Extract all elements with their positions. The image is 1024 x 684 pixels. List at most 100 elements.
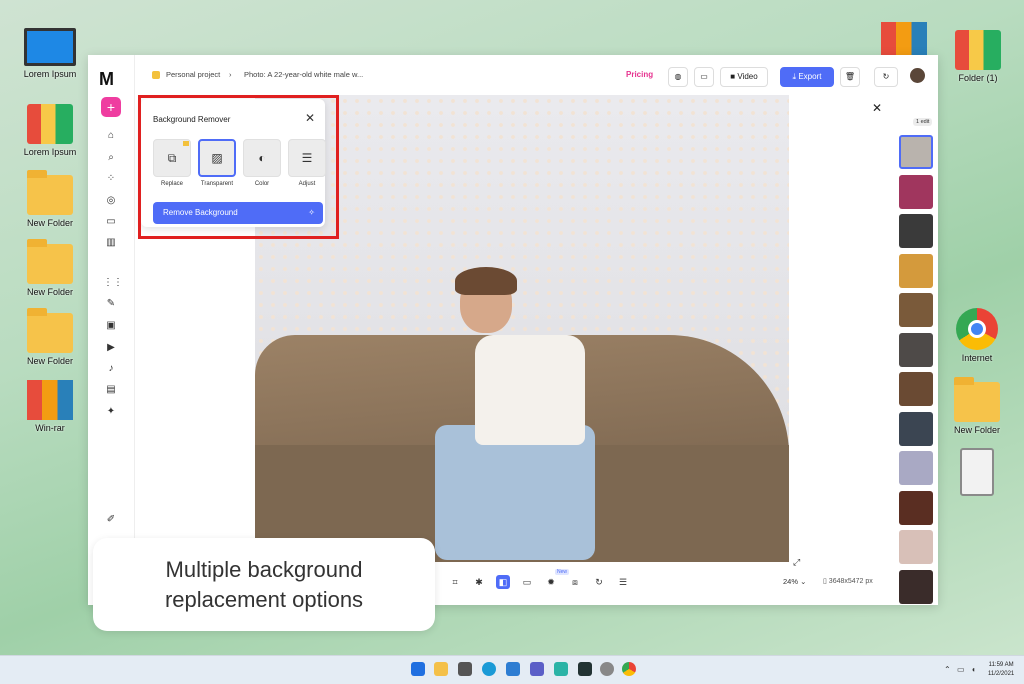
thumbnail[interactable] [899, 490, 933, 525]
close-canvas-icon[interactable]: ✕ [872, 101, 882, 115]
thumbnail[interactable] [899, 332, 933, 367]
explorer-icon[interactable] [434, 662, 448, 676]
photo-person-shirt [475, 335, 585, 445]
desktop-icon-new-folder-1[interactable]: New Folder [15, 170, 85, 228]
desktop-icon-lorem-ipsum-1[interactable]: Lorem Ipsum [15, 28, 85, 79]
desktop-icon-internet[interactable]: Internet [942, 308, 1012, 363]
breadcrumb-project[interactable]: Personal project [166, 70, 220, 79]
start-icon[interactable] [411, 662, 425, 676]
binders-icon [27, 104, 73, 144]
maps-icon[interactable] [554, 662, 568, 676]
adjust-icon[interactable]: ☰ [616, 575, 630, 589]
mic-icon[interactable]: ♪ [103, 362, 119, 376]
canvas-toolbar: ⌗ ✱ ◧ ▭ ✹ New ⧈ ↻ ☰ [428, 567, 638, 595]
bg-remove-icon[interactable]: ◧ [496, 575, 510, 589]
clock[interactable]: 11:59 AM 11/2/2021 [988, 661, 1014, 679]
thumbnail[interactable] [899, 372, 933, 406]
layers-icon[interactable]: ▭ [103, 215, 119, 229]
video-icon[interactable]: ▶ [103, 341, 119, 355]
chrome-icon[interactable] [622, 662, 636, 676]
network-icon[interactable]: ▭ [957, 665, 965, 674]
camera-icon[interactable] [458, 662, 472, 676]
thumbnail[interactable] [899, 451, 933, 485]
left-rail: M + ⌂ ⌕ ⁘ ◎ ▭ ▥ ⋮⋮ ✎ ▣ ▶ ♪ ▤ ✦ ✐ [88, 55, 135, 605]
teams-icon[interactable] [530, 662, 544, 676]
dimensions-value: 3648x5472 px [828, 578, 873, 585]
edge-icon[interactable] [482, 662, 496, 676]
computer-icon [24, 28, 76, 66]
thumbnail[interactable] [899, 135, 933, 169]
project-color-icon [152, 71, 160, 79]
desktop-icon-new-folder-3[interactable]: New Folder [15, 308, 85, 366]
crop-icon[interactable]: ⌗ [448, 575, 462, 589]
home-icon[interactable]: ⌂ [103, 129, 119, 143]
folder-icon[interactable]: ▭ [520, 575, 534, 589]
desktop-icon-winrar[interactable]: Win-rar [15, 380, 85, 433]
magic-icon[interactable]: ✱ [472, 575, 486, 589]
gear-icon[interactable] [600, 662, 614, 676]
brush-icon[interactable]: ✎ [103, 297, 119, 311]
share-button[interactable]: ↻ [874, 67, 898, 87]
add-button[interactable]: + [101, 97, 121, 117]
image-dimensions: ▯ 3648x5472 px [823, 577, 873, 585]
pricing-link[interactable]: Pricing [626, 70, 653, 79]
image-icon[interactable]: ▣ [103, 319, 119, 333]
avatar[interactable] [910, 68, 925, 83]
thumbnail[interactable] [899, 411, 933, 446]
chevron-right-icon: › [229, 70, 232, 79]
language-button[interactable]: ◍ [668, 67, 688, 87]
caption-line-1: Multiple background [165, 557, 363, 582]
video-button[interactable]: ■ Video [720, 67, 768, 87]
desktop-icon-new-folder-4[interactable]: New Folder [942, 377, 1012, 435]
expand-icon[interactable]: ⤢ [793, 557, 800, 568]
search-icon[interactable]: ⌕ [103, 151, 119, 165]
desktop-icon-lorem-ipsum-2[interactable]: Lorem Ipsum [15, 104, 85, 157]
chevron-up-icon[interactable]: ⌃ [944, 665, 951, 674]
thumbnail[interactable] [899, 293, 933, 327]
terminal-icon[interactable] [578, 662, 592, 676]
caption-card: Multiple background replacement options [93, 538, 435, 631]
plugin-icon[interactable]: ✐ [103, 513, 119, 527]
settings-icon[interactable]: ✹ [544, 575, 558, 589]
sparkle-icon[interactable]: ✦ [103, 405, 119, 419]
apps-icon[interactable]: ⁘ [103, 172, 119, 186]
export-button[interactable]: ⤓ Export [780, 67, 834, 87]
photo-person-hair [455, 267, 517, 295]
folder-button[interactable]: ▭ [694, 67, 714, 87]
template-icon[interactable]: ▤ [103, 383, 119, 397]
refresh-icon[interactable]: ↻ [592, 575, 606, 589]
winrar-icon [27, 380, 73, 420]
thumbnail[interactable] [899, 174, 933, 209]
trash-icon [960, 448, 994, 496]
delete-button[interactable]: 🗑 [840, 67, 860, 87]
folder-icon [954, 377, 1000, 422]
volume-icon[interactable]: ◖ [971, 665, 976, 674]
clock-date: 11/2/2021 [988, 671, 1015, 677]
chrome-icon [956, 308, 998, 350]
breadcrumb-photo[interactable]: Photo: A 22-year-old white male w... [244, 70, 363, 79]
clock-time: 11:59 AM [988, 662, 1014, 668]
app-logo[interactable]: M [99, 69, 114, 90]
folder-icon [27, 170, 73, 215]
compass-icon[interactable]: ◎ [103, 194, 119, 208]
zoom-select[interactable]: 24% ⌄ [783, 577, 806, 586]
zoom-value: 24% [783, 577, 799, 586]
thumbnail[interactable] [899, 253, 933, 288]
export-button-label: Export [798, 72, 822, 81]
desktop-icon-folder-1[interactable]: Folder (1) [943, 30, 1013, 83]
library-icon[interactable]: ▥ [103, 236, 119, 250]
thumbnail[interactable] [899, 530, 933, 564]
taskbar: ⌃ ▭ ◖ 11:59 AM 11/2/2021 [0, 655, 1024, 684]
desktop-icon-new-folder-2[interactable]: New Folder [15, 239, 85, 297]
edit-count-chip: 1 edit [913, 118, 933, 126]
desktop-icon-recycle-bin[interactable] [942, 448, 1012, 499]
folder-icon [27, 308, 73, 353]
thumbnail[interactable] [899, 569, 933, 604]
binders-icon [955, 30, 1001, 70]
folder-icon [27, 239, 73, 284]
store-icon[interactable] [506, 662, 520, 676]
thumbnail[interactable] [899, 214, 933, 248]
grid-icon[interactable]: ⋮⋮ [103, 276, 123, 290]
desktop-icon-label: New Folder [26, 356, 73, 366]
expand-frame-icon[interactable]: ⧈ [568, 575, 582, 589]
